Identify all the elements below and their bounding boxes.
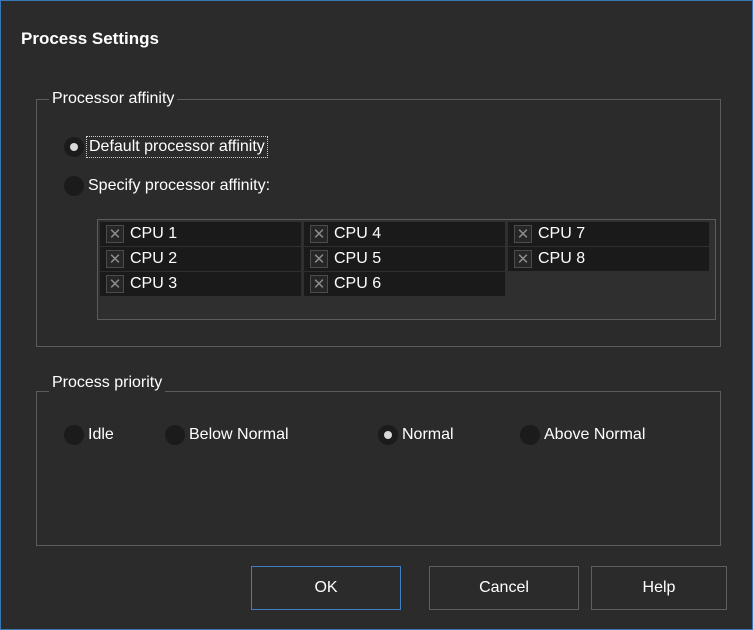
checkbox-x-icon[interactable]: ✕ [514, 250, 532, 268]
checkbox-x-icon[interactable]: ✕ [310, 225, 328, 243]
dialog-title: Process Settings [21, 29, 159, 48]
cpu-item-4[interactable]: ✕ CPU 4 [304, 222, 505, 246]
cpu-item-8[interactable]: ✕ CPU 8 [508, 247, 709, 271]
specify-affinity-label: Specify processor affinity: [88, 177, 271, 194]
priority-option-below-normal[interactable]: Below Normal [165, 425, 289, 445]
processor-affinity-group-label: Processor affinity [49, 90, 178, 108]
priority-option-idle[interactable]: Idle [64, 425, 114, 445]
help-button[interactable]: Help [591, 566, 727, 610]
checkbox-x-icon[interactable]: ✕ [106, 275, 124, 293]
ok-button[interactable]: OK [251, 566, 401, 610]
cpu-item-1[interactable]: ✕ CPU 1 [100, 222, 301, 246]
cancel-button[interactable]: Cancel [429, 566, 579, 610]
cpu-item-6[interactable]: ✕ CPU 6 [304, 272, 505, 296]
cpu-label: CPU 7 [538, 225, 586, 242]
checkbox-x-icon[interactable]: ✕ [514, 225, 532, 243]
cpu-label: CPU 2 [130, 250, 178, 267]
specify-affinity-option[interactable]: Specify processor affinity: [64, 176, 270, 196]
cpu-item-3[interactable]: ✕ CPU 3 [100, 272, 301, 296]
checkbox-x-icon[interactable]: ✕ [106, 250, 124, 268]
process-priority-group [36, 391, 721, 546]
cpu-label: CPU 4 [334, 225, 382, 242]
process-settings-dialog: Process Settings Processor affinity Defa… [0, 0, 753, 630]
priority-label-above-normal: Above Normal [544, 426, 646, 443]
cpu-item-2[interactable]: ✕ CPU 2 [100, 247, 301, 271]
default-affinity-option[interactable]: Default processor affinity [64, 136, 268, 158]
priority-radio-below-normal[interactable] [165, 425, 185, 445]
cpu-affinity-list: ✕ CPU 1 ✕ CPU 2 ✕ CPU 3 ✕ CPU 4 ✕ CPU 5 … [97, 219, 716, 320]
priority-label-normal: Normal [402, 426, 454, 443]
cpu-item-7[interactable]: ✕ CPU 7 [508, 222, 709, 246]
priority-option-normal[interactable]: Normal [378, 425, 454, 445]
cpu-label: CPU 6 [334, 275, 382, 292]
priority-radio-idle[interactable] [64, 425, 84, 445]
specify-affinity-radio[interactable] [64, 176, 84, 196]
priority-label-below-normal: Below Normal [189, 426, 289, 443]
priority-option-above-normal[interactable]: Above Normal [520, 425, 645, 445]
checkbox-x-icon[interactable]: ✕ [310, 250, 328, 268]
checkbox-x-icon[interactable]: ✕ [106, 225, 124, 243]
default-affinity-radio[interactable] [64, 137, 84, 157]
cpu-label: CPU 3 [130, 275, 178, 292]
process-priority-group-label: Process priority [49, 374, 166, 392]
cpu-label: CPU 8 [538, 250, 586, 267]
priority-radio-above-normal[interactable] [520, 425, 540, 445]
priority-label-idle: Idle [88, 426, 114, 443]
cpu-item-5[interactable]: ✕ CPU 5 [304, 247, 505, 271]
priority-radio-normal[interactable] [378, 425, 398, 445]
checkbox-x-icon[interactable]: ✕ [310, 275, 328, 293]
default-affinity-label: Default processor affinity [86, 136, 268, 158]
cpu-label: CPU 1 [130, 225, 178, 242]
cpu-label: CPU 5 [334, 250, 382, 267]
